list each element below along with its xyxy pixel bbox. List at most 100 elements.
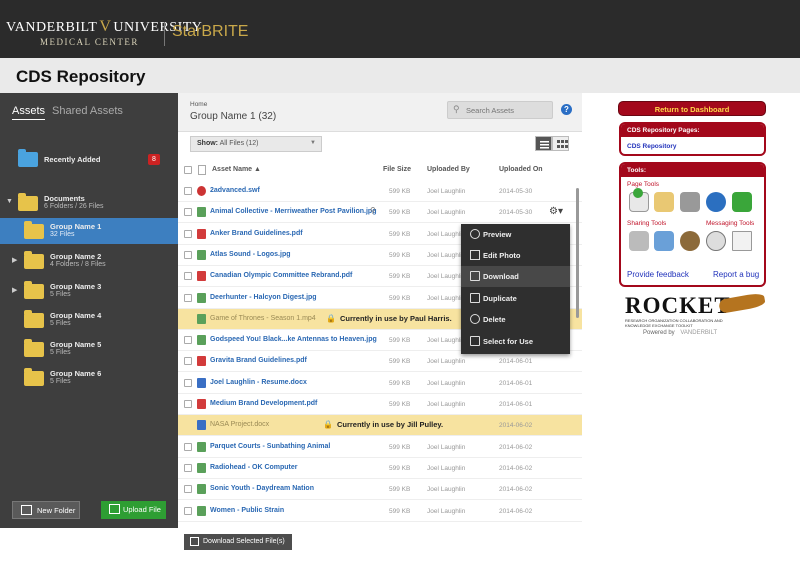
file-name-link[interactable]: Canadian Olympic Committee Rebrand.pdf	[210, 272, 352, 279]
row-checkbox[interactable]	[184, 507, 192, 515]
context-menu: Preview Edit Photo Download Duplicate De…	[461, 224, 570, 354]
cds-repository-link[interactable]: CDS Repository	[627, 143, 676, 150]
search-input[interactable]	[447, 101, 553, 119]
share-users-icon[interactable]	[654, 231, 674, 251]
recently-added-item[interactable]: Recently Added 8	[0, 149, 178, 171]
row-checkbox[interactable]	[184, 336, 192, 344]
tree-item-group-4[interactable]: Group Name 4 5 Files	[0, 307, 178, 333]
row-checkbox[interactable]	[184, 230, 192, 238]
file-name-link[interactable]: Joel Laughlin - Resume.docx	[210, 379, 307, 386]
row-checkbox[interactable]	[184, 443, 192, 451]
file-size: 599 KB	[389, 465, 411, 472]
provide-feedback-link[interactable]: Provide feedback	[627, 270, 689, 279]
row-checkbox[interactable]	[184, 187, 192, 195]
menu-item-download[interactable]: Download	[461, 266, 570, 287]
rocket-logo: ROCKET	[625, 293, 731, 318]
file-by: Joel Laughlin	[427, 444, 466, 451]
unlock-icon[interactable]	[732, 192, 752, 212]
magnify-icon[interactable]: ⚲	[370, 206, 376, 215]
file-name-link[interactable]: Anker Brand Guidelines.pdf	[210, 230, 303, 237]
menu-item-preview[interactable]: Preview	[461, 224, 570, 245]
table-row[interactable]: Gravita Brand Guidelines.pdf 599 KB Joel L…	[178, 351, 582, 372]
table-row[interactable]: Women - Public Strain 599 KB Joel Laughlin…	[178, 501, 582, 522]
file-name-link[interactable]: Medium Brand Development.pdf	[210, 400, 317, 407]
folder-icon	[24, 221, 44, 239]
file-name-link[interactable]: Parquet Courts - Sunbathing Animal	[210, 443, 330, 450]
table-row-locked[interactable]: NASA Project.docx Currently in use by Jil…	[178, 415, 582, 436]
return-to-dashboard-button[interactable]: Return to Dashboard	[618, 101, 766, 116]
download-icon	[190, 537, 199, 546]
table-row[interactable]: Animal Collective - Merriweather Post Pa…	[178, 202, 582, 223]
table-row[interactable]: Sonic Youth - Daydream Nation 599 KB Joel …	[178, 479, 582, 500]
file-name-link[interactable]: 2advanced.swf	[210, 187, 260, 194]
upload-file-button[interactable]: Upload File	[101, 501, 166, 519]
table-row[interactable]: Medium Brand Development.pdf 599 KB Joel L…	[178, 394, 582, 415]
menu-item-delete[interactable]: Delete	[461, 309, 570, 330]
app-name[interactable]: StarBRITE	[172, 23, 248, 41]
folder-icon	[18, 149, 38, 167]
settings-icon[interactable]	[706, 192, 726, 212]
menu-item-duplicate[interactable]: Duplicate	[461, 288, 570, 309]
tree-item-documents[interactable]: ▼ Documents 6 Folders / 26 Files	[0, 190, 178, 216]
menu-item-edit-photo[interactable]: Edit Photo	[461, 245, 570, 266]
breadcrumb-home[interactable]: Home	[190, 101, 207, 108]
undo-icon[interactable]	[654, 192, 674, 212]
tree-item-name: Group Name 1	[50, 222, 102, 231]
column-asset-name[interactable]: Asset Name ▲	[212, 166, 261, 173]
report-bug-link[interactable]: Report a bug	[713, 270, 759, 279]
row-checkbox[interactable]	[184, 294, 192, 302]
trash-icon[interactable]	[680, 192, 700, 212]
tree-item-group-5[interactable]: Group Name 5 5 Files	[0, 336, 178, 362]
expand-arrow-icon[interactable]: ▶	[12, 286, 17, 294]
row-checkbox[interactable]	[184, 272, 192, 280]
row-checkbox[interactable]	[184, 400, 192, 408]
mail-icon[interactable]	[732, 231, 752, 251]
row-checkbox[interactable]	[184, 208, 192, 216]
table-row[interactable]: Parquet Courts - Sunbathing Animal 599 KB…	[178, 437, 582, 458]
table-row[interactable]: Radiohead - OK Computer 599 KB Joel Laughl…	[178, 458, 582, 479]
grid-view-button[interactable]	[552, 136, 569, 151]
show-filter-select[interactable]: Show: All Files (12) ▼	[190, 136, 322, 152]
table-row[interactable]: 2advanced.swf 599 KB Joel Laughlin 2014-05-…	[178, 181, 582, 202]
people-icon[interactable]	[680, 231, 700, 251]
row-checkbox[interactable]	[184, 464, 192, 472]
column-uploaded-on[interactable]: Uploaded On	[499, 166, 543, 173]
clock-icon[interactable]	[706, 231, 726, 251]
row-checkbox[interactable]	[184, 251, 192, 259]
column-uploaded-by[interactable]: Uploaded By	[427, 166, 470, 173]
tab-shared-assets[interactable]: Shared Assets	[52, 105, 123, 117]
select-all-checkbox[interactable]	[184, 166, 192, 174]
tree-item-group-1[interactable]: Group Name 1 32 Files	[0, 218, 178, 244]
scrollbar[interactable]	[576, 188, 579, 318]
menu-item-select-for-use[interactable]: Select for Use	[461, 331, 570, 352]
file-name-link[interactable]: Atlas Sound - Logos.jpg	[210, 251, 291, 258]
collapse-arrow-icon[interactable]: ▼	[6, 198, 13, 205]
list-view-button[interactable]	[535, 136, 552, 151]
file-name-link[interactable]: Deerhunter - Halcyon Digest.jpg	[210, 294, 317, 301]
row-checkbox[interactable]	[184, 379, 192, 387]
tree-item-group-6[interactable]: Group Name 6 5 Files	[0, 365, 178, 391]
file-size: 599 KB	[389, 444, 411, 451]
tree-item-group-2[interactable]: ▶ Group Name 2 4 Folders / 8 Files	[0, 248, 178, 274]
img-file-icon	[197, 335, 206, 345]
file-name-link[interactable]: Radiohead - OK Computer	[210, 464, 298, 471]
file-name-link[interactable]: Godspeed You! Black...ke Antennas to Hea…	[210, 336, 377, 343]
file-name-link[interactable]: Women - Public Strain	[210, 507, 284, 514]
table-row[interactable]: Joel Laughlin - Resume.docx 599 KB Joel La…	[178, 373, 582, 394]
file-size: 599 KB	[389, 188, 411, 195]
row-checkbox[interactable]	[184, 485, 192, 493]
tree-item-group-3[interactable]: ▶ Group Name 3 5 Files	[0, 278, 178, 304]
column-file-size[interactable]: File Size	[383, 166, 411, 173]
file-name-link[interactable]: Sonic Youth - Daydream Nation	[210, 485, 314, 492]
powered-by: Powered by VANDERBILT	[643, 330, 717, 336]
expand-arrow-icon[interactable]: ▶	[12, 256, 17, 264]
link-icon[interactable]	[629, 231, 649, 251]
new-folder-button[interactable]: New Folder	[12, 501, 80, 519]
download-selected-button[interactable]: Download Selected File(s)	[184, 534, 292, 550]
gear-menu-icon[interactable]: ⚙▾	[549, 206, 563, 217]
tab-assets[interactable]: Assets	[12, 105, 46, 120]
file-name-link[interactable]: Gravita Brand Guidelines.pdf	[210, 357, 307, 364]
row-checkbox[interactable]	[184, 357, 192, 365]
file-name-link[interactable]: Animal Collective - Merriweather Post Pa…	[210, 208, 377, 215]
help-icon[interactable]: ?	[561, 104, 572, 115]
